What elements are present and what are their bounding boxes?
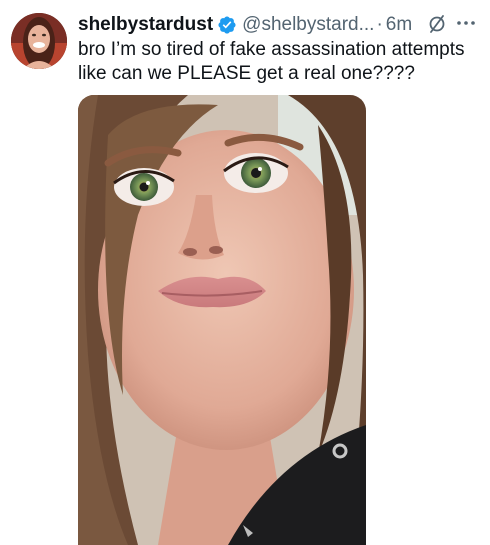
display-name[interactable]: shelbystardust [78, 14, 213, 36]
separator-dot: · [376, 14, 383, 35]
tweet-text-line: like can we PLEASE get a real one???? [78, 63, 415, 84]
tweet-media-image[interactable] [78, 95, 366, 545]
tweet-text: bro I’m so tired of fake assassination a… [78, 38, 478, 86]
grok-icon[interactable] [428, 14, 446, 34]
selfie-photo [78, 95, 366, 545]
tweet-header: shelbystardust @shelbystard... · 6m [78, 12, 478, 38]
timestamp[interactable]: 6m [386, 14, 412, 36]
tweet: shelbystardust @shelbystard... · 6m bro … [0, 0, 490, 545]
verified-badge-icon [217, 15, 237, 35]
user-handle[interactable]: @shelbystard... [242, 14, 374, 36]
tweet-text-line: bro I’m so tired of fake assassination a… [78, 39, 465, 60]
avatar[interactable] [11, 13, 67, 69]
avatar-image [11, 13, 67, 69]
more-options-icon[interactable] [452, 12, 480, 34]
